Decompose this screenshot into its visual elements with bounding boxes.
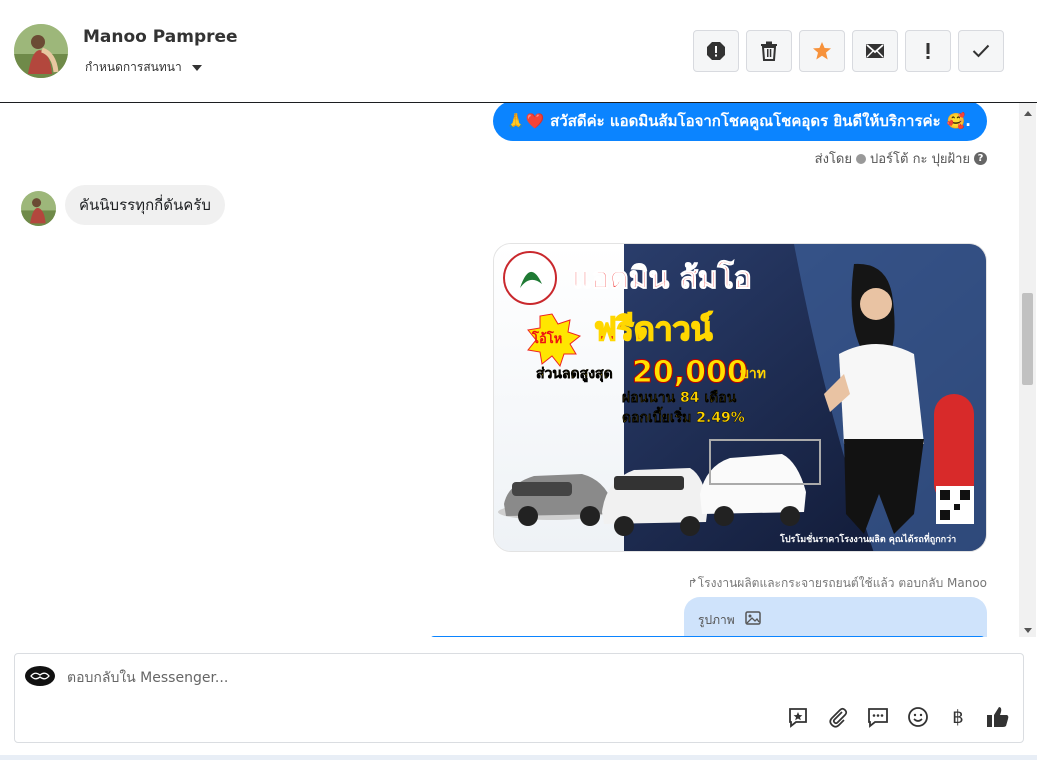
report-button[interactable] (693, 30, 739, 72)
image-icon (744, 611, 761, 625)
message-template-icon (868, 708, 888, 728)
like-button[interactable] (985, 704, 1011, 730)
greeting-suffix-emoji: 🥰. (946, 112, 971, 130)
contact-name[interactable]: Manoo Pampree (83, 27, 238, 47)
promo-discount-unit: บาท (740, 366, 766, 382)
emoji-button[interactable] (905, 704, 931, 730)
important-icon (926, 43, 930, 59)
incoming-message-bubble[interactable]: คันนิบรรทุกกี่ดันครับ (65, 185, 225, 225)
promo-image[interactable]: แอดมิน ส้มโอ โอ้โห ฟรีดาวน์ ส่วนลดสูงสุด… (493, 243, 987, 552)
promo-headline: แอดมิน ส้มโอ (572, 259, 752, 296)
star-icon (813, 42, 831, 60)
conversation-settings-dropdown[interactable]: กำหนดการสนทนา (85, 58, 202, 77)
contact-avatar-small[interactable] (21, 191, 56, 226)
thread-scrollbar[interactable] (1019, 103, 1036, 637)
inbox-conversation: Manoo Pampree กำหนดการสนทนา 🙏❤️ สวัสดีค่… (0, 0, 1037, 760)
incoming-message-text: คันนิบรรทุกกี่ดันครับ (79, 196, 211, 214)
reply-preview-text: รูปภาพ (698, 613, 735, 627)
sent-by-label: ส่งโดย (814, 152, 852, 167)
scroll-up-arrow-icon[interactable] (1024, 111, 1032, 116)
message-template-button[interactable] (865, 704, 891, 730)
composer-tools: ฿ (785, 704, 1011, 730)
promo-badge: โอ้โห (531, 330, 562, 347)
important-button[interactable] (905, 30, 951, 72)
conversation-settings-label: กำหนดการสนทนา (85, 60, 182, 74)
thumbs-up-icon (987, 707, 1009, 727)
outgoing-bubble-edge (430, 636, 985, 637)
reply-input[interactable] (67, 666, 767, 690)
trash-icon (761, 41, 777, 61)
conversation-header: Manoo Pampree กำหนดการสนทนา (0, 0, 1037, 103)
attachment-icon (829, 707, 848, 728)
baht-icon: ฿ (952, 706, 964, 728)
saved-reply-icon (789, 708, 807, 728)
reply-context: ↱โรงงานผลิตและกระจายรถยนต์ใช้แล้ว ตอบกลั… (688, 574, 987, 593)
mail-icon (866, 44, 884, 58)
mark-done-button[interactable] (958, 30, 1004, 72)
outgoing-message-text: สวัสดีค่ะ แอดมินส้มโอจากโชคคูณโชคอุดร ยิ… (550, 112, 941, 130)
page-logo-icon (25, 666, 55, 686)
star-button[interactable] (799, 30, 845, 72)
help-icon[interactable]: ? (974, 152, 987, 165)
report-icon (707, 42, 725, 60)
scrollbar-thumb[interactable] (1022, 293, 1033, 385)
scroll-down-arrow-icon[interactable] (1024, 628, 1032, 633)
message-thread: 🙏❤️ สวัสดีค่ะ แอดมินส้มโอจากโชคคูณโชคอุด… (0, 103, 1037, 637)
chevron-down-icon (191, 64, 202, 71)
payment-button[interactable]: ฿ (945, 704, 971, 730)
delete-button[interactable] (746, 30, 792, 72)
promo-installment: ผ่อนนาน 84 เดือน (622, 390, 737, 406)
mark-unread-button[interactable] (852, 30, 898, 72)
check-icon (972, 44, 990, 58)
promo-offer: ฟรีดาวน์ (594, 310, 713, 348)
outgoing-message-bubble[interactable]: 🙏❤️ สวัสดีค่ะ แอดมินส้มโอจากโชคคูณโชคอุด… (492, 103, 987, 141)
reply-composer: ฿ (14, 653, 1024, 743)
emoji-icon (908, 707, 928, 727)
saved-reply-button[interactable] (785, 704, 811, 730)
greeting-prefix-emoji: 🙏❤️ (506, 112, 545, 130)
promo-discount-amount: 20,000 (632, 355, 748, 390)
sent-by-meta: ส่งโดย ปอร์โต้ กะ ปุยฝ้าย ? (815, 148, 987, 169)
conversation-toolbar (693, 30, 1004, 72)
reply-arrow-icon: ↱ (687, 576, 698, 590)
sent-by-name: ปอร์โต้ กะ ปุยฝ้าย (870, 152, 970, 167)
admin-avatar-icon (856, 153, 866, 164)
promo-discount-label: ส่วนลดสูงสุด (536, 366, 613, 382)
attachment-button[interactable] (825, 704, 851, 730)
contact-avatar[interactable] (14, 24, 68, 78)
reply-context-text: โรงงานผลิตและกระจายรถยนต์ใช้แล้ว ตอบกลับ… (697, 576, 987, 590)
replied-message-preview[interactable]: รูปภาพ (684, 597, 987, 637)
